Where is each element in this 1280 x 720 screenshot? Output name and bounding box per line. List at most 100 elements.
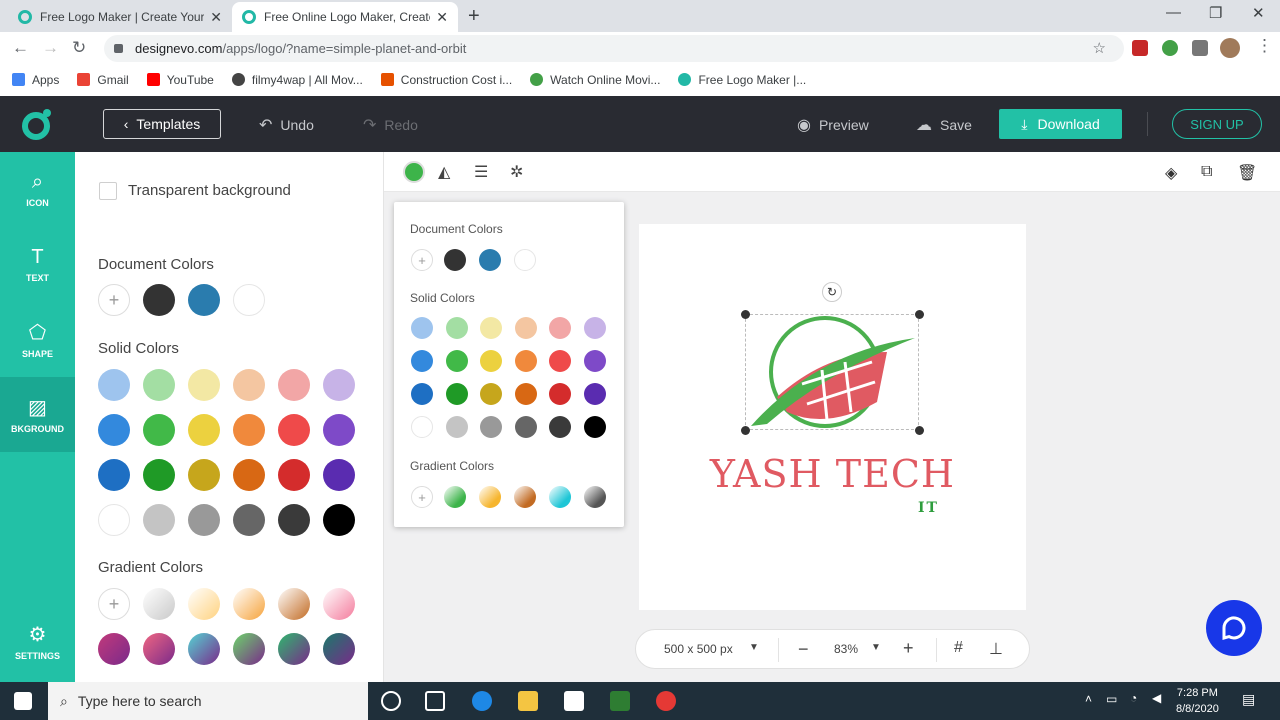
rail-item-settings[interactable]: ⚙ SETTINGS [0, 604, 75, 679]
color-swatch[interactable] [233, 504, 265, 536]
color-swatch[interactable] [233, 284, 265, 316]
color-swatch[interactable] [323, 369, 355, 401]
trash-icon[interactable]: 🗑 [1237, 163, 1257, 183]
close-tab-icon[interactable]: ✕ [436, 9, 448, 26]
color-swatch[interactable] [323, 459, 355, 491]
color-swatch[interactable] [514, 317, 537, 339]
gradient-swatch[interactable] [143, 633, 175, 665]
volume-icon[interactable]: ◀ [1152, 691, 1161, 705]
align-icon[interactable]: ☰ [474, 162, 488, 182]
zoom-in-icon[interactable]: + [903, 638, 914, 659]
color-swatch[interactable] [480, 383, 503, 405]
grid-icon[interactable]: # [954, 639, 963, 657]
color-swatch[interactable] [278, 369, 310, 401]
duplicate-icon[interactable]: ⧉ [1201, 163, 1212, 181]
color-swatch[interactable] [445, 416, 468, 438]
color-swatch[interactable] [411, 350, 433, 372]
gradient-swatch[interactable] [323, 633, 355, 665]
color-swatch[interactable] [188, 459, 220, 491]
edge-icon[interactable] [472, 691, 492, 711]
rail-item-text[interactable]: T TEXT [0, 227, 75, 302]
download-button[interactable]: ⤓ Download [999, 109, 1122, 139]
add-gradient-color-button[interactable]: + [98, 588, 130, 620]
color-swatch[interactable] [188, 414, 220, 446]
color-swatch[interactable] [233, 414, 265, 446]
bookmark-item[interactable]: Watch Online Movi... [530, 73, 660, 87]
color-swatch[interactable] [323, 504, 355, 536]
gradient-swatch[interactable] [514, 486, 536, 508]
profile-avatar[interactable] [1220, 38, 1240, 58]
close-tab-icon[interactable]: ✕ [210, 9, 222, 26]
chat-support-button[interactable] [1206, 600, 1262, 656]
puzzle-icon[interactable] [1192, 40, 1208, 56]
chevron-up-icon[interactable]: ˄ [1085, 692, 1092, 706]
color-swatch[interactable] [514, 249, 536, 271]
color-swatch[interactable] [411, 383, 433, 405]
color-swatch[interactable] [445, 317, 468, 339]
color-swatch[interactable] [549, 383, 572, 405]
color-swatch[interactable] [445, 350, 468, 372]
bookmark-item[interactable]: YouTube [146, 73, 214, 87]
pdf-extension-icon[interactable] [1132, 40, 1148, 56]
color-swatch[interactable] [479, 249, 501, 271]
transparent-background-checkbox[interactable] [99, 182, 117, 200]
store-icon[interactable] [564, 691, 584, 711]
bookmark-item[interactable]: Construction Cost i... [380, 73, 512, 87]
task-view-icon[interactable] [425, 691, 445, 711]
color-swatch[interactable] [278, 504, 310, 536]
gradient-swatch[interactable] [143, 588, 175, 620]
color-swatch[interactable] [233, 459, 265, 491]
logo-artboard[interactable]: ↻ YASH TECH IT [639, 224, 1026, 610]
rail-item-background[interactable]: ▨ BKGROUND [0, 377, 75, 452]
logo-title-text[interactable]: YASH TECH [639, 452, 1026, 496]
templates-button[interactable]: ‹ Templates [103, 109, 221, 139]
chrome-icon[interactable] [656, 691, 676, 711]
magic-wand-icon[interactable]: ✲ [510, 162, 523, 182]
color-swatch[interactable] [584, 350, 606, 372]
color-swatch[interactable] [584, 317, 606, 339]
color-swatch[interactable] [98, 414, 130, 446]
color-swatch[interactable] [445, 383, 468, 405]
bookmark-item[interactable]: Apps [12, 73, 59, 87]
gradient-swatch[interactable] [188, 588, 220, 620]
notification-icon[interactable]: ▤ [1242, 691, 1255, 708]
chevron-down-icon[interactable]: ▼ [749, 642, 759, 653]
color-swatch[interactable] [480, 350, 503, 372]
gradient-swatch[interactable] [278, 633, 310, 665]
color-swatch[interactable] [323, 414, 355, 446]
color-swatch[interactable] [233, 369, 265, 401]
bookmark-star-icon[interactable]: ☆ [1093, 39, 1106, 57]
rail-item-icon[interactable]: ⌕ ICON [0, 152, 75, 227]
windows-start-icon[interactable] [14, 692, 32, 710]
undo-button[interactable]: ↶ Undo [259, 115, 314, 135]
canvas-size-select[interactable]: 500 x 500 px [664, 642, 733, 656]
preview-button[interactable]: ◉ Preview [797, 115, 869, 135]
color-swatch[interactable] [549, 350, 572, 372]
color-swatch[interactable] [98, 459, 130, 491]
gradient-swatch[interactable] [278, 588, 310, 620]
zoom-out-icon[interactable]: − [798, 639, 809, 660]
color-swatch[interactable] [549, 416, 572, 438]
color-swatch[interactable] [584, 383, 606, 405]
gradient-swatch[interactable] [444, 486, 466, 508]
gradient-swatch[interactable] [98, 633, 130, 665]
minimize-icon[interactable]: — [1166, 4, 1181, 21]
bookmark-item[interactable]: Gmail [77, 73, 129, 87]
color-swatch[interactable] [549, 317, 572, 339]
system-clock[interactable]: 7:28 PM 8/8/2020 [1176, 685, 1219, 717]
add-gradient-color-button[interactable]: + [411, 486, 433, 508]
address-bar[interactable]: designevo.com/apps/logo/?name=simple-pla… [104, 35, 1124, 62]
new-tab-icon[interactable]: + [468, 5, 480, 28]
color-swatch[interactable] [143, 414, 175, 446]
gradient-swatch[interactable] [233, 588, 265, 620]
gradient-swatch[interactable] [479, 486, 501, 508]
color-swatch[interactable] [514, 350, 537, 372]
browser-tab[interactable]: Free Logo Maker | Create Your Lo ✕ [8, 2, 232, 32]
gradient-swatch[interactable] [549, 486, 571, 508]
color-swatch[interactable] [188, 284, 220, 316]
planet-orbit-logo-icon[interactable] [747, 312, 919, 430]
add-document-color-button[interactable]: + [98, 284, 130, 316]
gradient-swatch[interactable] [188, 633, 220, 665]
rail-item-shape[interactable]: ⬠ SHAPE [0, 302, 75, 377]
browser-tab-active[interactable]: Free Online Logo Maker, Create ✕ [232, 2, 458, 32]
